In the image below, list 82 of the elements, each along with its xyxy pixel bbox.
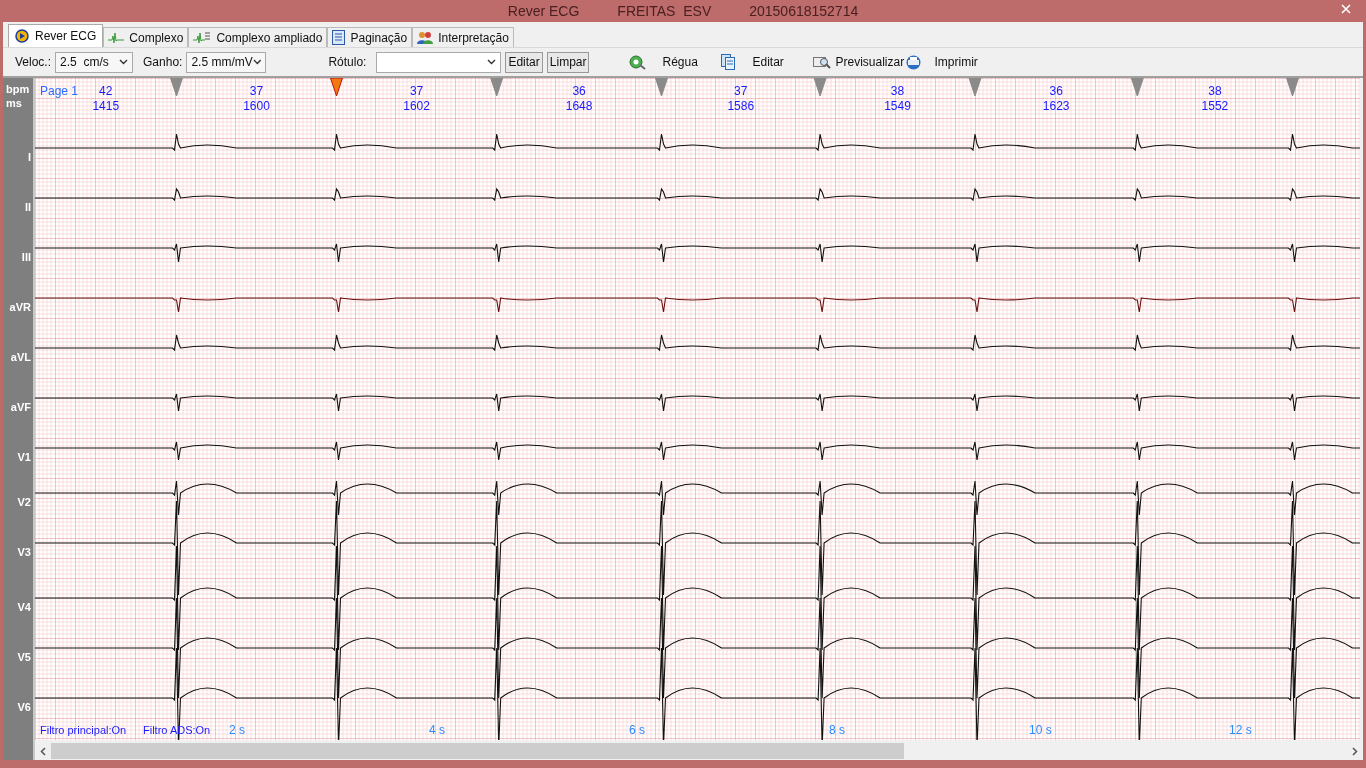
lead-label: III — [21, 252, 31, 263]
window-title: 20150618152714 — [749, 1, 859, 21]
window-title: Rever ECG — [507, 1, 580, 21]
page-label: Page 1 — [40, 84, 79, 98]
tab[interactable]: Rever ECG — [8, 24, 104, 47]
chevron-left-icon — [40, 746, 46, 756]
lead-label: V3 — [17, 547, 31, 558]
caret-icon — [119, 59, 129, 65]
lead-label: V6 — [17, 702, 31, 713]
time-label: 2 s — [229, 723, 245, 737]
tag-dropdown[interactable] — [376, 51, 502, 73]
heart-rate-label: 38 — [1208, 84, 1222, 98]
play-icon — [15, 29, 29, 43]
interval-label: 1623 — [1042, 99, 1070, 113]
preview-icon — [813, 55, 832, 69]
beat-marker[interactable] — [1130, 78, 1144, 97]
toolbar-button[interactable]: Previsualizar — [813, 53, 906, 71]
close-icon — [1341, 4, 1351, 14]
beat-marker[interactable] — [170, 78, 183, 97]
interval-label: 1549 — [884, 99, 911, 113]
toolbar-button[interactable]: Editar — [505, 51, 543, 73]
time-label: 12 s — [1229, 723, 1252, 737]
interval-label: 1415 — [92, 99, 120, 113]
axis-label: bpm — [6, 84, 30, 95]
toolbar-button[interactable]: Imprimir — [905, 53, 998, 71]
beat-marker[interactable] — [655, 78, 668, 97]
interval-label: 1602 — [403, 99, 430, 113]
chevron-right-icon — [1352, 746, 1358, 756]
lead-label: I — [27, 152, 31, 163]
tab[interactable]: Paginação — [327, 27, 413, 47]
lead-label: aVF — [10, 402, 31, 413]
heart-rate-label: 42 — [99, 84, 113, 98]
tab[interactable]: Interpretação — [412, 27, 514, 47]
time-label: 8 s — [829, 723, 845, 737]
magnifier-icon — [629, 54, 647, 70]
beat-marker[interactable] — [1286, 78, 1299, 97]
lead-label: V5 — [17, 652, 31, 663]
field-label: Rótulo: — [328, 54, 367, 71]
beat-marker[interactable] — [813, 78, 827, 97]
lead-label: aVR — [9, 302, 31, 313]
beat-marker[interactable] — [968, 78, 982, 97]
lead-label: V1 — [17, 452, 31, 463]
waveform-icon — [193, 31, 212, 44]
window-title: FREITAS ESV — [617, 1, 712, 21]
time-label: 10 s — [1029, 723, 1052, 737]
interval-label: 1600 — [243, 99, 270, 113]
heart-rate-label: 37 — [409, 84, 424, 98]
lead-label: II — [24, 202, 31, 213]
documents-icon — [721, 54, 737, 70]
scroll-thumb[interactable] — [51, 743, 904, 759]
dropdown[interactable]: 2.5 mm/mV — [186, 51, 267, 73]
lead-label: V4 — [17, 602, 31, 613]
field-label: Ganho: — [143, 54, 183, 71]
toolbar-button[interactable]: Limpar — [546, 51, 590, 73]
caret-icon — [487, 59, 497, 65]
lead-label: V2 — [17, 497, 31, 508]
tab[interactable]: Complexo — [103, 27, 189, 47]
printer-icon — [905, 54, 923, 70]
beat-marker[interactable] — [490, 78, 504, 97]
axis-label: ms — [6, 98, 22, 109]
heart-rate-label: 37 — [249, 84, 264, 98]
heart-rate-label: 36 — [1049, 84, 1063, 98]
dropdown[interactable]: 2.5 cm/s — [55, 51, 134, 73]
caret-icon — [252, 59, 262, 65]
interval-label: 1552 — [1201, 99, 1229, 113]
document-icon — [332, 30, 346, 45]
tab[interactable]: Complexo ampliado — [188, 27, 328, 47]
filter-status: Filtro principal:On — [40, 724, 127, 736]
people-icon — [417, 30, 434, 45]
time-label: 6 s — [629, 723, 645, 737]
lead-label: aVL — [10, 352, 31, 363]
time-label: 4 s — [429, 723, 445, 737]
field-label: Veloc.: — [15, 54, 52, 71]
toolbar-button[interactable]: Régua — [629, 53, 722, 71]
heart-rate-label: 37 — [734, 84, 748, 98]
heart-rate-label: 36 — [572, 84, 586, 98]
beat-marker[interactable] — [330, 78, 343, 97]
waveform-icon — [108, 31, 125, 44]
heart-rate-label: 38 — [890, 84, 905, 98]
interval-label: 1648 — [565, 99, 593, 113]
toolbar-button[interactable]: Editar — [721, 53, 814, 71]
interval-label: 1586 — [727, 99, 755, 113]
